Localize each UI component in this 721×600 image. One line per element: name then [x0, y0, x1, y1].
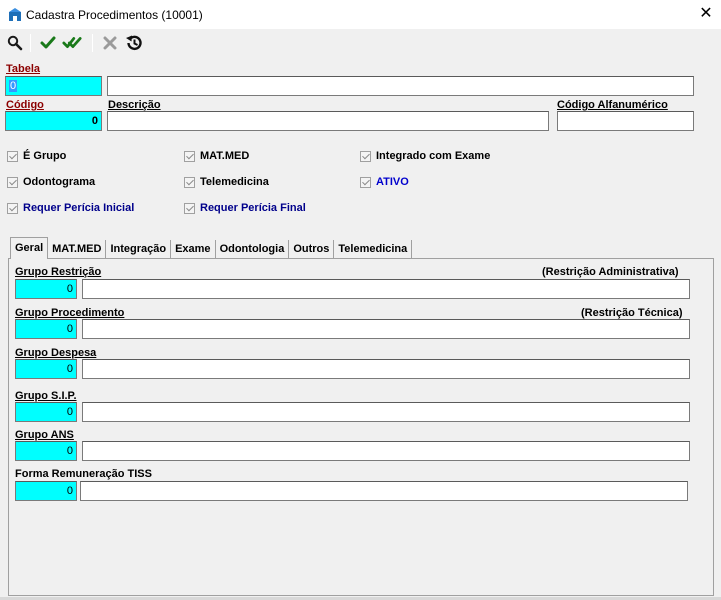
checkbox-mark — [360, 176, 371, 188]
checkbox-integrado-exame[interactable]: Integrado com Exame — [360, 150, 490, 162]
checkbox-mark — [360, 150, 371, 162]
tab-geral[interactable]: Geral — [10, 237, 49, 259]
history-icon — [126, 35, 142, 51]
grupo-ans-description-field[interactable] — [82, 441, 690, 461]
tab-strip: Geral MAT.MED Integração Exame Odontolog… — [10, 237, 413, 259]
history-button[interactable] — [124, 33, 144, 53]
forma-remuneracao-code-field[interactable]: 0 — [15, 481, 77, 501]
checkbox-telemedicina[interactable]: Telemedicina — [184, 176, 269, 188]
codigo-alfanumerico-label: Código Alfanumérico — [557, 99, 668, 111]
grupo-sip-label: Grupo S.I.P. — [15, 390, 77, 402]
grupo-restricao-description-field[interactable] — [82, 279, 690, 299]
grupo-procedimento-description-field[interactable] — [82, 319, 690, 339]
grupo-sip-code-field[interactable]: 0 — [15, 402, 77, 422]
tab-outros[interactable]: Outros — [289, 240, 335, 258]
grupo-restricao-label: Grupo Restrição — [15, 266, 102, 278]
search-icon — [7, 35, 23, 51]
tab-mat-med[interactable]: MAT.MED — [48, 240, 107, 258]
toolbar-separator — [30, 34, 31, 52]
grupo-ans-code-field[interactable]: 0 — [15, 441, 77, 461]
codigo-label: Código — [6, 99, 44, 111]
toolbar-separator — [92, 34, 93, 52]
confirm-all-button[interactable] — [62, 33, 82, 53]
checkbox-label: É Grupo — [23, 150, 67, 162]
restricao-tecnica-label: (Restrição Técnica) — [581, 307, 683, 319]
grupo-despesa-description-field[interactable] — [82, 359, 690, 379]
checkbox-label: MAT.MED — [200, 150, 250, 162]
checkbox-mark — [7, 202, 18, 214]
tab-exame[interactable]: Exame — [171, 240, 216, 258]
checkbox-pericia-final[interactable]: Requer Perícia Final — [184, 202, 306, 214]
descricao-label: Descrição — [108, 99, 161, 111]
checkbox-pericia-inicial[interactable]: Requer Perícia Inicial — [7, 202, 134, 214]
tab-integracao[interactable]: Integração — [106, 240, 172, 258]
tabela-code-value: 0 — [9, 80, 18, 92]
checkbox-mat-med[interactable]: MAT.MED — [184, 150, 249, 162]
checkbox-mark — [7, 150, 18, 162]
grupo-sip-description-field[interactable] — [82, 402, 690, 422]
checkbox-e-grupo[interactable]: É Grupo — [7, 150, 66, 162]
app-icon — [8, 8, 22, 22]
grupo-procedimento-label: Grupo Procedimento — [15, 307, 125, 319]
checkbox-mark — [7, 176, 18, 188]
forma-remuneracao-label: Forma Remuneração TISS — [15, 468, 152, 480]
tabela-code-field[interactable]: 0 — [5, 76, 102, 96]
checkbox-label: Requer Perícia Inicial — [23, 202, 135, 214]
check-icon — [40, 36, 56, 49]
checkbox-mark — [184, 176, 195, 188]
window-title: Cadastra Procedimentos (10001) — [26, 8, 203, 22]
checkbox-ativo[interactable]: ATIVO — [360, 176, 409, 188]
confirm-button[interactable] — [38, 33, 58, 53]
checkbox-odontograma[interactable]: Odontograma — [7, 176, 95, 188]
cancel-x-icon — [103, 36, 117, 50]
checkbox-label: Integrado com Exame — [376, 150, 491, 162]
checkbox-label: Telemedicina — [200, 176, 269, 188]
tabela-description-field[interactable] — [107, 76, 694, 96]
grupo-procedimento-code-field[interactable]: 0 — [15, 319, 77, 339]
grupo-despesa-code-field[interactable]: 0 — [15, 359, 77, 379]
checkbox-mark — [184, 150, 195, 162]
close-button[interactable]: ✕ — [696, 4, 716, 24]
tab-telemedicina[interactable]: Telemedicina — [334, 240, 413, 258]
checkbox-label: Requer Perícia Final — [200, 202, 306, 214]
tab-odontologia[interactable]: Odontologia — [216, 240, 290, 258]
grupo-despesa-label: Grupo Despesa — [15, 347, 97, 359]
forma-remuneracao-description-field[interactable] — [80, 481, 688, 501]
cancel-button[interactable] — [100, 33, 120, 53]
checkbox-mark — [184, 202, 195, 214]
search-button[interactable] — [5, 33, 25, 53]
restricao-administrativa-label: (Restrição Administrativa) — [542, 266, 679, 278]
grupo-ans-label: Grupo ANS — [15, 429, 74, 441]
codigo-field[interactable]: 0 — [5, 111, 102, 131]
descricao-field[interactable] — [107, 111, 549, 131]
double-check-icon — [62, 37, 82, 48]
codigo-alfanumerico-field[interactable] — [557, 111, 694, 131]
tabela-label: Tabela — [6, 63, 41, 75]
checkbox-label: ATIVO — [376, 176, 409, 188]
grupo-restricao-code-field[interactable]: 0 — [15, 279, 77, 299]
checkbox-label: Odontograma — [23, 176, 96, 188]
title-bar: Cadastra Procedimentos (10001) ✕ — [0, 0, 721, 30]
